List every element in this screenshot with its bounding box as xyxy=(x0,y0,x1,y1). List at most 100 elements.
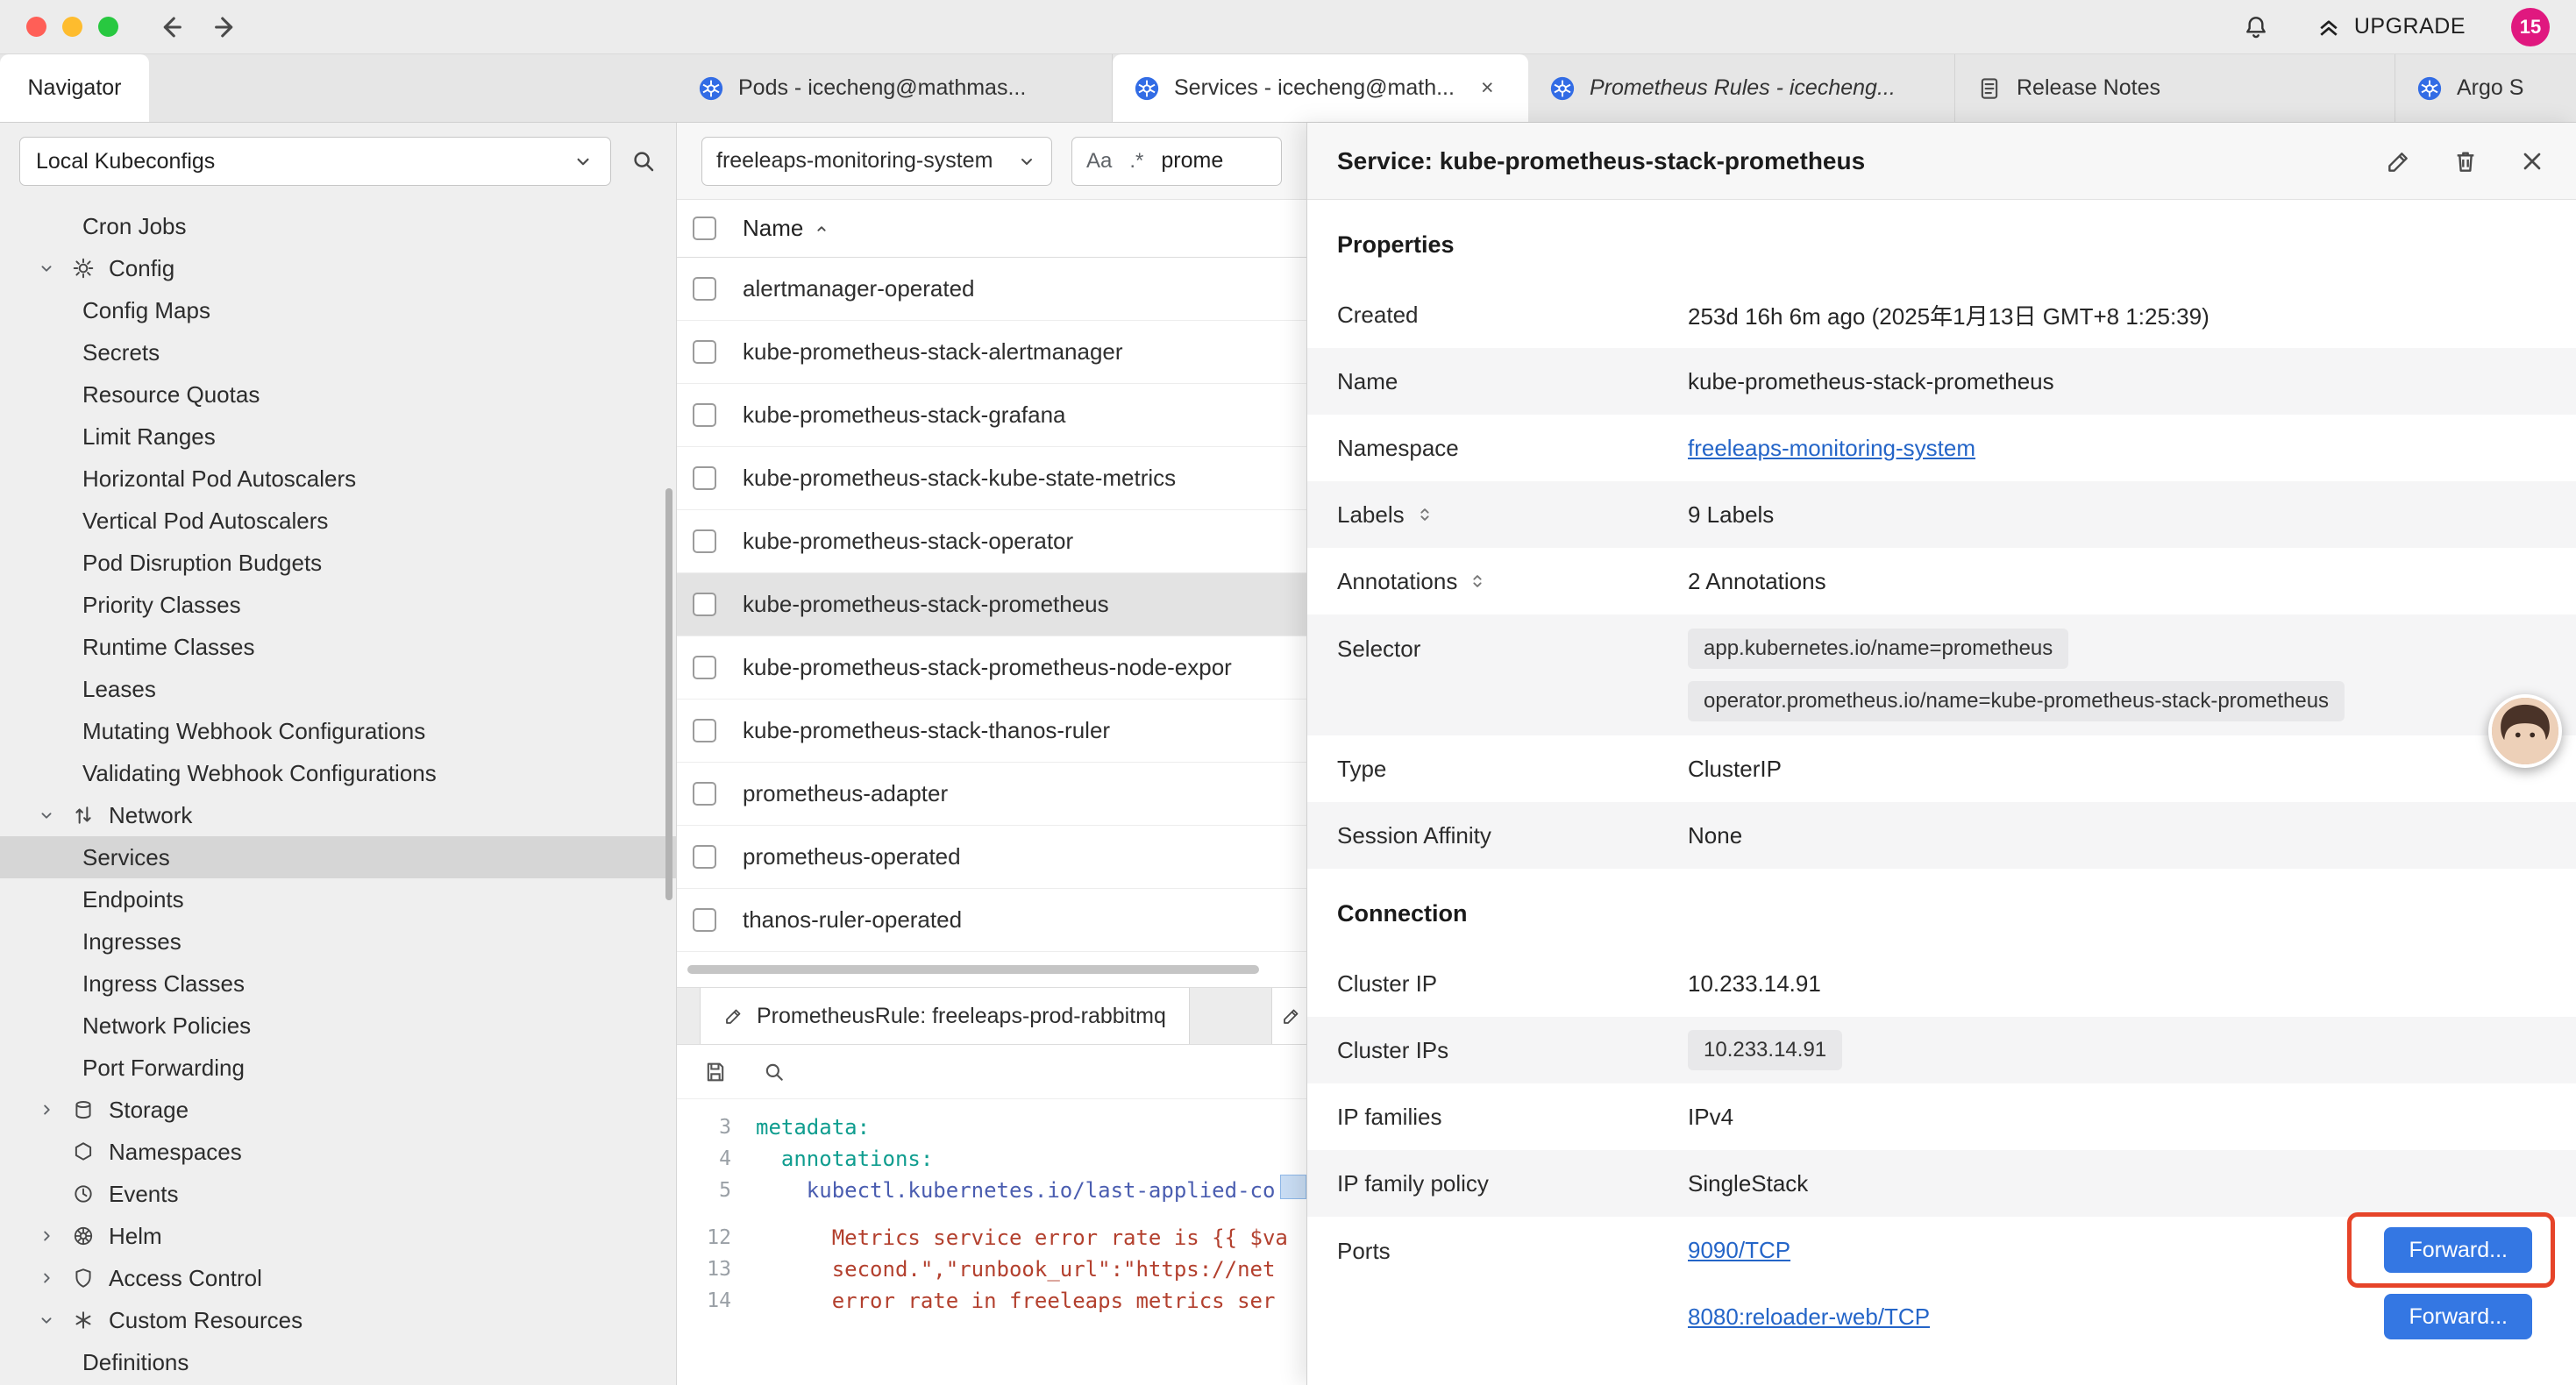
chevron-right-icon[interactable] xyxy=(35,1100,58,1119)
tab-prometheus-rules[interactable]: Prometheus Rules - icecheng... xyxy=(1528,54,1955,122)
row-checkbox[interactable] xyxy=(693,782,716,806)
sidebar-item-secrets[interactable]: Secrets xyxy=(0,331,676,373)
sidebar-search-icon[interactable] xyxy=(630,148,657,174)
sidebar-item-config-maps[interactable]: Config Maps xyxy=(0,289,676,331)
chevron-down-icon[interactable] xyxy=(35,1310,58,1330)
sidebar-item-leases[interactable]: Leases xyxy=(0,668,676,710)
column-header-name[interactable]: Name xyxy=(743,215,831,242)
sidebar-item-priority-classes[interactable]: Priority Classes xyxy=(0,584,676,626)
select-all-checkbox[interactable] xyxy=(693,217,716,240)
regex-toggle[interactable]: .* xyxy=(1129,149,1143,174)
tab-release-notes[interactable]: Release Notes xyxy=(1955,54,2395,122)
sidebar-item-storage[interactable]: Storage xyxy=(0,1089,676,1131)
delete-button[interactable] xyxy=(2451,147,2480,175)
yaml-editor[interactable]: 3metadata: 4 annotations: 5 kubectl.kube… xyxy=(677,1099,1306,1385)
sidebar-item-custom-resources[interactable]: Custom Resources xyxy=(0,1299,676,1341)
table-row[interactable]: prometheus-adapter xyxy=(677,763,1306,826)
sidebar-item-pod-disruption-budgets[interactable]: Pod Disruption Budgets xyxy=(0,542,676,584)
table-row-selected[interactable]: kube-prometheus-stack-prometheus xyxy=(677,573,1306,636)
chevron-right-icon[interactable] xyxy=(35,1268,58,1288)
forward-button[interactable]: Forward... xyxy=(2384,1294,2532,1339)
namespace-filter-select[interactable]: freeleaps-monitoring-system xyxy=(701,137,1052,186)
kubeconfig-select[interactable]: Local Kubeconfigs xyxy=(19,137,611,186)
edit-button[interactable] xyxy=(2385,147,2413,175)
save-button[interactable] xyxy=(703,1060,728,1084)
forward-button[interactable] xyxy=(211,12,241,42)
row-checkbox[interactable] xyxy=(693,277,716,301)
sidebar-item-mutating-webhook-configurations[interactable]: Mutating Webhook Configurations xyxy=(0,710,676,752)
port-link-9090[interactable]: 9090/TCP xyxy=(1688,1237,1790,1264)
table-row[interactable]: kube-prometheus-stack-grafana xyxy=(677,384,1306,447)
table-row[interactable]: kube-prometheus-stack-prometheus-node-ex… xyxy=(677,636,1306,700)
sidebar-item-helm[interactable]: Helm xyxy=(0,1215,676,1257)
table-row[interactable]: thanos-ruler-operated xyxy=(677,889,1306,952)
window-minimize-button[interactable] xyxy=(62,17,82,37)
sidebar-item-network-policies[interactable]: Network Policies xyxy=(0,1005,676,1047)
expand-collapse-icon[interactable] xyxy=(1468,572,1487,591)
row-checkbox[interactable] xyxy=(693,403,716,427)
row-checkbox[interactable] xyxy=(693,529,716,553)
editor-search-button[interactable] xyxy=(763,1061,786,1083)
tab-argo[interactable]: Argo S xyxy=(2395,54,2576,122)
search-input[interactable]: Aa .* prome xyxy=(1071,137,1282,186)
port-link-8080[interactable]: 8080:reloader-web/TCP xyxy=(1688,1303,1930,1331)
sidebar-item-runtime-classes[interactable]: Runtime Classes xyxy=(0,626,676,668)
horizontal-scrollbar[interactable] xyxy=(677,952,1306,987)
sidebar-item-services[interactable]: Services xyxy=(0,836,676,878)
row-checkbox[interactable] xyxy=(693,340,716,364)
forward-button[interactable]: Forward... xyxy=(2384,1227,2532,1273)
navigator-panel-tab[interactable]: Navigator xyxy=(0,54,149,122)
sidebar-item-ingresses[interactable]: Ingresses xyxy=(0,920,676,962)
editor-tab-partial[interactable] xyxy=(1271,988,1306,1044)
sidebar-item-horizontal-pod-autoscalers[interactable]: Horizontal Pod Autoscalers xyxy=(0,458,676,500)
tab-close-icon[interactable]: × xyxy=(1481,75,1494,101)
table-row[interactable]: kube-prometheus-stack-kube-state-metrics xyxy=(677,447,1306,510)
row-checkbox[interactable] xyxy=(693,908,716,932)
match-case-toggle[interactable]: Aa xyxy=(1086,149,1112,174)
sidebar-item-limit-ranges[interactable]: Limit Ranges xyxy=(0,416,676,458)
sidebar-item-endpoints[interactable]: Endpoints xyxy=(0,878,676,920)
row-checkbox[interactable] xyxy=(693,845,716,869)
table-row[interactable]: kube-prometheus-stack-alertmanager xyxy=(677,321,1306,384)
row-checkbox[interactable] xyxy=(693,719,716,742)
chevron-down-icon[interactable] xyxy=(35,806,58,825)
horizontal-scrollbar-thumb[interactable] xyxy=(687,965,1259,974)
window-close-button[interactable] xyxy=(26,17,46,37)
chevron-right-icon[interactable] xyxy=(35,1226,58,1246)
sidebar-item-config[interactable]: Config xyxy=(0,247,676,289)
notifications-bell-icon[interactable] xyxy=(2242,13,2270,41)
editor-tab-prometheusrule[interactable]: PrometheusRule: freeleaps-prod-rabbitmq xyxy=(700,988,1190,1044)
upgrade-button[interactable]: UPGRADE xyxy=(2316,14,2466,40)
sidebar-item-events[interactable]: Events xyxy=(0,1173,676,1215)
chevron-down-icon[interactable] xyxy=(35,259,58,278)
table-row[interactable]: prometheus-operated xyxy=(677,826,1306,889)
back-button[interactable] xyxy=(155,12,185,42)
row-checkbox[interactable] xyxy=(693,593,716,616)
webcam-avatar[interactable] xyxy=(2488,694,2562,768)
close-panel-button[interactable] xyxy=(2518,147,2546,175)
table-row[interactable]: kube-prometheus-stack-operator xyxy=(677,510,1306,573)
expand-collapse-icon[interactable] xyxy=(1415,505,1434,524)
sidebar-item-port-forwarding[interactable]: Port Forwarding xyxy=(0,1047,676,1089)
sidebar-item-definitions[interactable]: Definitions xyxy=(0,1341,676,1383)
sidebar-item-validating-webhook-configurations[interactable]: Validating Webhook Configurations xyxy=(0,752,676,794)
tab-services[interactable]: Services - icecheng@math... × xyxy=(1113,54,1528,122)
table-row[interactable]: alertmanager-operated xyxy=(677,258,1306,321)
tab-pods[interactable]: Pods - icecheng@mathmas... xyxy=(677,54,1113,122)
row-checkbox[interactable] xyxy=(693,466,716,490)
window-zoom-button[interactable] xyxy=(98,17,118,37)
notification-count-badge[interactable]: 15 xyxy=(2511,8,2550,46)
table-row[interactable]: kube-prometheus-stack-thanos-ruler xyxy=(677,700,1306,763)
property-row-cluster-ip: Cluster IP 10.233.14.91 xyxy=(1307,950,2576,1017)
sidebar-item-vertical-pod-autoscalers[interactable]: Vertical Pod Autoscalers xyxy=(0,500,676,542)
sidebar-item-network[interactable]: Network xyxy=(0,794,676,836)
row-checkbox[interactable] xyxy=(693,656,716,679)
sidebar-item-cron-jobs[interactable]: Cron Jobs xyxy=(0,205,676,247)
events-clock-icon xyxy=(70,1183,96,1205)
sidebar-scrollbar-thumb[interactable] xyxy=(665,488,672,900)
sidebar-item-resource-quotas[interactable]: Resource Quotas xyxy=(0,373,676,416)
namespace-link[interactable]: freeleaps-monitoring-system xyxy=(1688,435,1975,461)
sidebar-item-ingress-classes[interactable]: Ingress Classes xyxy=(0,962,676,1005)
sidebar-item-namespaces[interactable]: Namespaces xyxy=(0,1131,676,1173)
sidebar-item-access-control[interactable]: Access Control xyxy=(0,1257,676,1299)
